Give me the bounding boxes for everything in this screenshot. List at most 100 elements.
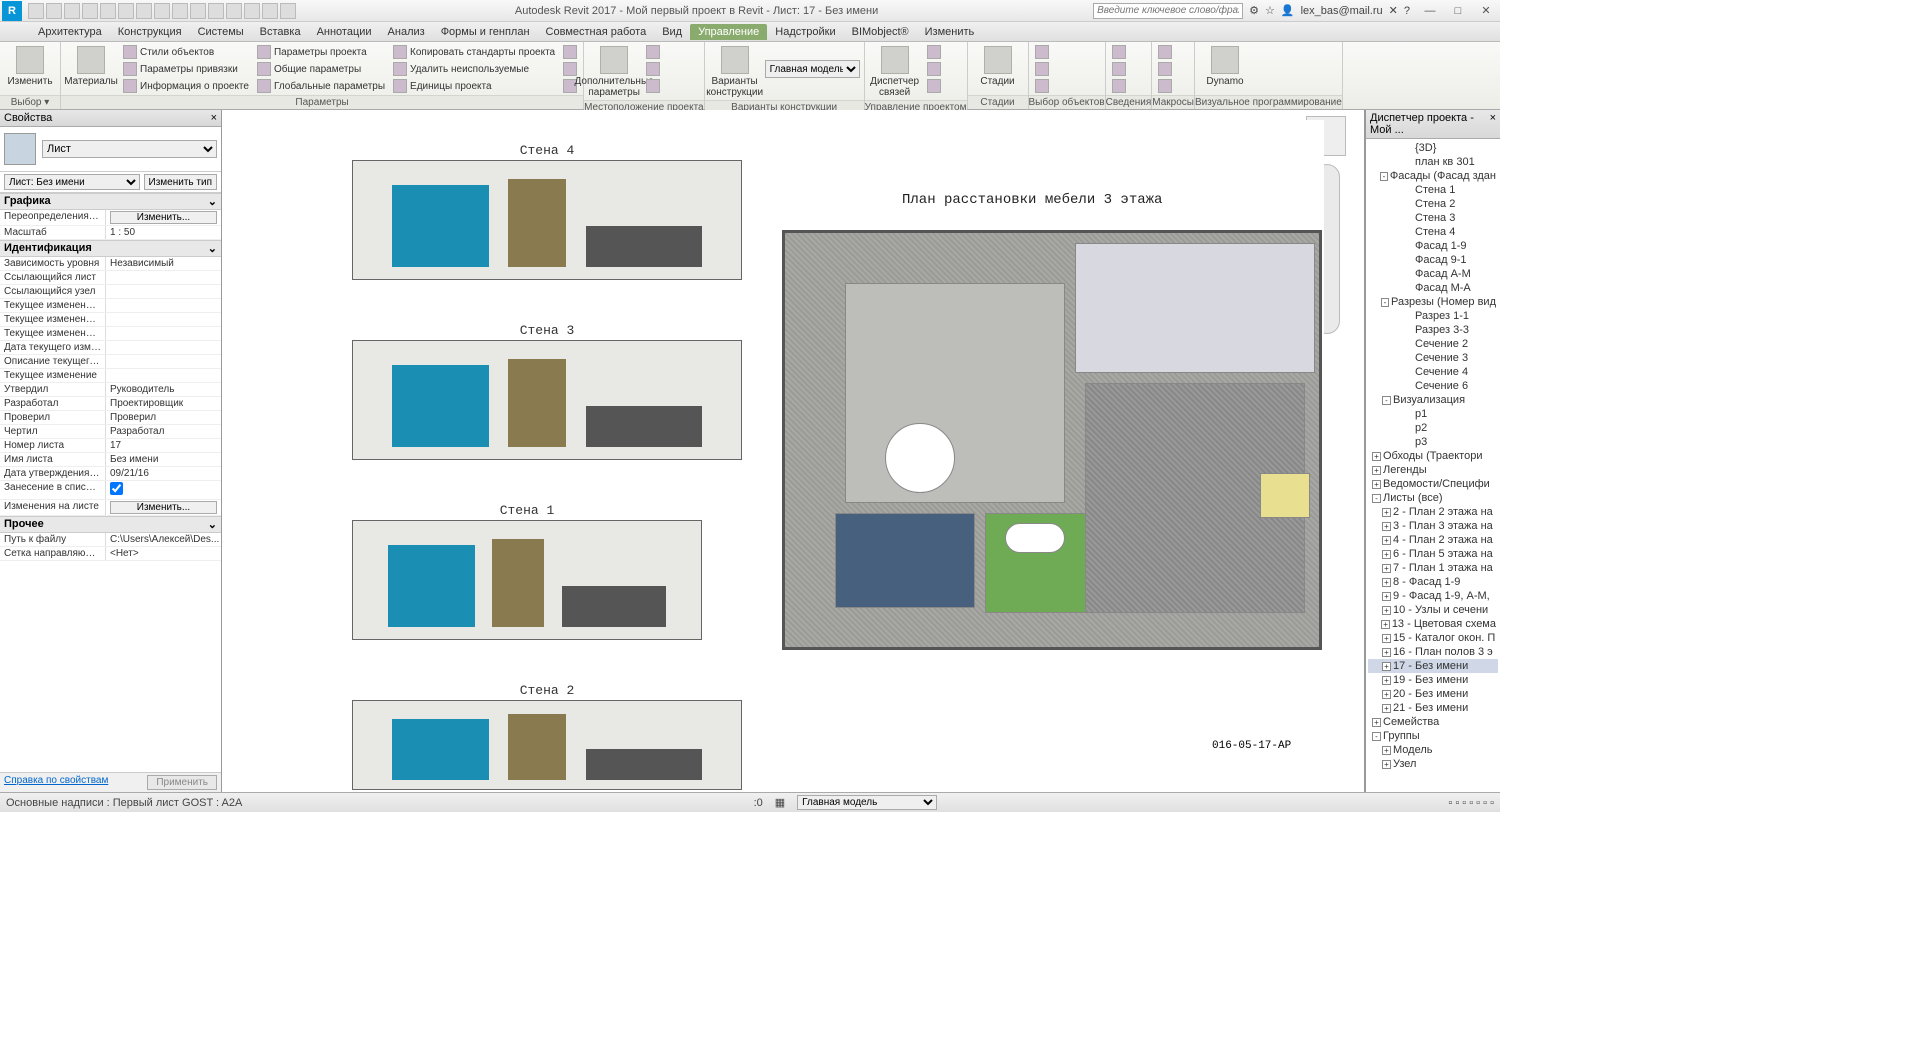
tree-item[interactable]: р2 — [1368, 421, 1498, 435]
star-icon[interactable]: ☆ — [1265, 4, 1275, 17]
tree-item[interactable]: +10 - Узлы и сечени — [1368, 603, 1498, 617]
ribbon-tool[interactable] — [1033, 44, 1051, 60]
property-row[interactable]: Имя листаБез имени — [0, 453, 221, 467]
tree-item[interactable]: +7 - План 1 этажа на — [1368, 561, 1498, 575]
property-row[interactable]: Переопределения ви...Изменить... — [0, 210, 221, 226]
property-value[interactable]: 17 — [106, 439, 221, 452]
property-row[interactable]: Текущее изменение — [0, 369, 221, 383]
tree-item[interactable]: +Легенды — [1368, 463, 1498, 477]
tree-expander-icon[interactable]: + — [1382, 564, 1391, 573]
qat-print-icon[interactable] — [100, 3, 116, 19]
tree-item[interactable]: +16 - План полов 3 э — [1368, 645, 1498, 659]
tree-item[interactable]: план кв 301 — [1368, 155, 1498, 169]
close-button[interactable]: ✕ — [1472, 1, 1500, 21]
design-option-selector[interactable]: Главная модель — [797, 795, 937, 810]
ribbon-tab-9[interactable]: Управление — [690, 24, 767, 40]
ribbon-tool[interactable] — [644, 44, 662, 60]
tree-expander-icon[interactable]: + — [1382, 690, 1391, 699]
tree-expander-icon[interactable]: - — [1380, 172, 1388, 181]
property-row[interactable]: Текущее изменение ... — [0, 299, 221, 313]
ribbon-tab-5[interactable]: Анализ — [380, 24, 433, 40]
ribbon-tool[interactable] — [925, 61, 943, 77]
tree-item[interactable]: {3D} — [1368, 141, 1498, 155]
tree-item[interactable]: +Узел — [1368, 757, 1498, 771]
tree-item[interactable]: Фасад М-А — [1368, 281, 1498, 295]
property-row[interactable]: Путь к файлуC:\Users\Алексей\Des... — [0, 533, 221, 547]
qat-tag-icon[interactable] — [154, 3, 170, 19]
qat-section-icon[interactable] — [208, 3, 224, 19]
tree-expander-icon[interactable]: - — [1372, 732, 1381, 741]
property-row[interactable]: УтвердилРуководитель — [0, 383, 221, 397]
ribbon-small-button[interactable]: Копировать стандарты проекта — [391, 44, 557, 60]
property-value[interactable]: <Нет> — [106, 547, 221, 560]
tree-expander-icon[interactable]: - — [1381, 298, 1389, 307]
qat-sync-icon[interactable] — [280, 3, 296, 19]
ribbon-small-button[interactable]: Параметры привязки — [121, 61, 251, 77]
tree-expander-icon[interactable]: + — [1381, 620, 1390, 629]
apply-button[interactable]: Применить — [147, 775, 217, 790]
tree-item[interactable]: +4 - План 2 этажа на — [1368, 533, 1498, 547]
tree-item[interactable]: -Листы (все) — [1368, 491, 1498, 505]
ribbon-tool[interactable] — [644, 78, 662, 94]
ribbon-tab-6[interactable]: Формы и генплан — [433, 24, 538, 40]
tree-item[interactable]: Фасад А-М — [1368, 267, 1498, 281]
qat-text-icon[interactable] — [172, 3, 188, 19]
ribbon-tab-12[interactable]: Изменить — [917, 24, 983, 40]
help-icon[interactable]: ? — [1404, 5, 1410, 17]
tree-item[interactable]: +21 - Без имени — [1368, 701, 1498, 715]
ribbon-tool[interactable] — [925, 44, 943, 60]
tree-item[interactable]: +2 - План 2 этажа на — [1368, 505, 1498, 519]
tree-expander-icon[interactable]: + — [1382, 746, 1391, 755]
tree-item[interactable]: -Визуализация — [1368, 393, 1498, 407]
property-row[interactable]: Дата утверждения ли...09/21/16 — [0, 467, 221, 481]
qat-open-icon[interactable] — [28, 3, 44, 19]
properties-grid[interactable]: Графика⌄Переопределения ви...Изменить...… — [0, 193, 221, 772]
tree-expander-icon[interactable]: + — [1382, 704, 1391, 713]
tree-expander-icon[interactable]: + — [1382, 592, 1391, 601]
ribbon-tab-8[interactable]: Вид — [654, 24, 690, 40]
tree-expander-icon[interactable]: + — [1382, 634, 1391, 643]
property-value[interactable]: C:\Users\Алексей\Des... — [106, 533, 221, 546]
property-value[interactable]: Без имени — [106, 453, 221, 466]
ribbon-tab-0[interactable]: Архитектура — [30, 24, 110, 40]
property-row[interactable]: Дата текущего измен... — [0, 341, 221, 355]
tree-item[interactable]: +Модель — [1368, 743, 1498, 757]
qat-switch-icon[interactable] — [262, 3, 278, 19]
project-tree[interactable]: {3D}план кв 301-Фасады (Фасад зданСтена … — [1366, 139, 1500, 773]
qat-redo-icon[interactable] — [82, 3, 98, 19]
elevation-view[interactable]: Стена 2 — [352, 700, 742, 790]
qat-save-icon[interactable] — [46, 3, 62, 19]
ribbon-button[interactable]: Дополнительные параметры — [588, 44, 640, 100]
property-row[interactable]: Масштаб1 : 50 — [0, 226, 221, 240]
selection-count[interactable]: :0 — [754, 797, 763, 809]
property-row[interactable]: Ссылающийся лист — [0, 271, 221, 285]
tree-item[interactable]: -Группы — [1368, 729, 1498, 743]
ribbon-button[interactable]: Материалы — [65, 44, 117, 89]
property-value[interactable] — [106, 285, 221, 298]
tree-item[interactable]: Фасад 1-9 — [1368, 239, 1498, 253]
tree-expander-icon[interactable]: + — [1372, 718, 1381, 727]
tree-item[interactable]: Сечение 3 — [1368, 351, 1498, 365]
property-value[interactable] — [106, 313, 221, 326]
property-row[interactable]: Изменения на листеИзменить... — [0, 500, 221, 516]
tree-item[interactable]: р1 — [1368, 407, 1498, 421]
tree-item[interactable]: +Ведомости/Специфи — [1368, 477, 1498, 491]
ribbon-button[interactable]: Варианты конструкции — [709, 44, 761, 100]
property-edit-button[interactable]: Изменить... — [110, 211, 217, 224]
property-category[interactable]: Идентификация⌄ — [0, 240, 221, 257]
ribbon-button[interactable]: Изменить — [4, 44, 56, 89]
properties-help-link[interactable]: Справка по свойствам — [4, 775, 108, 790]
tree-item[interactable]: +15 - Каталог окон. П — [1368, 631, 1498, 645]
elevation-view[interactable]: Стена 4 — [352, 160, 742, 280]
property-row[interactable]: РазработалПроектировщик — [0, 397, 221, 411]
exchange-icon[interactable]: ✕ — [1389, 4, 1398, 17]
ribbon-tab-7[interactable]: Совместная работа — [538, 24, 655, 40]
properties-close-icon[interactable]: × — [211, 112, 217, 124]
ribbon-tool[interactable] — [1033, 78, 1051, 94]
tree-item[interactable]: +13 - Цветовая схема — [1368, 617, 1498, 631]
property-value[interactable] — [106, 481, 221, 499]
property-value[interactable] — [106, 341, 221, 354]
ribbon-button[interactable]: Стадии — [972, 44, 1024, 89]
tree-item[interactable]: Стена 4 — [1368, 225, 1498, 239]
status-tray[interactable]: ▫ ▫ ▫ ▫ ▫ ▫ ▫ — [1448, 797, 1494, 809]
